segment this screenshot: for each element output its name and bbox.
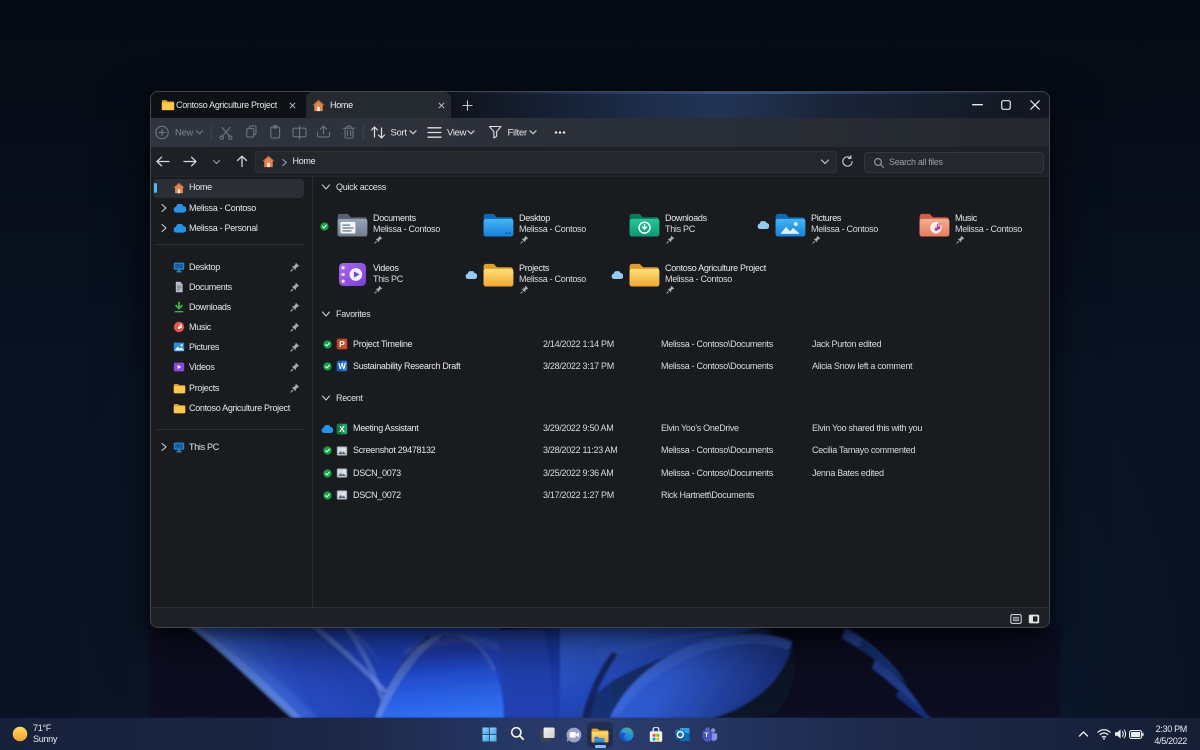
svg-text:Filter: Filter	[508, 128, 527, 139]
svg-text:New: New	[175, 128, 194, 139]
svg-text:View: View	[447, 128, 467, 139]
svg-text:Sort: Sort	[391, 128, 408, 139]
